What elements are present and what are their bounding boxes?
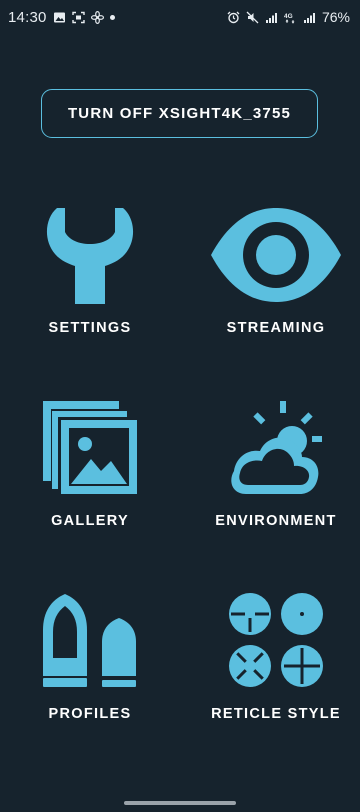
streaming-label: STREAMING [226, 320, 326, 336]
weather-icon [186, 399, 360, 497]
status-left: 14:30 [8, 9, 115, 26]
mute-icon [246, 11, 259, 24]
reticle-style-label: RETICLE STYLE [211, 706, 341, 722]
reticle-icon [186, 592, 360, 688]
status-right: 4G 76% [227, 9, 350, 25]
settings-label: SETTINGS [48, 320, 132, 336]
dot-icon [109, 14, 115, 20]
gallery-label: GALLERY [51, 513, 129, 529]
settings-tile[interactable]: SETTINGS [0, 200, 180, 340]
svg-text:4G: 4G [284, 13, 293, 20]
home-gesture-bar[interactable] [124, 801, 236, 805]
alarm-icon [227, 11, 240, 24]
gallery-icon [0, 399, 180, 495]
status-bar: 14:30 4G 76% [0, 0, 360, 34]
screenshot-icon [71, 11, 85, 24]
profiles-tile[interactable]: PROFILES [0, 590, 180, 730]
4g-icon: 4G [284, 11, 297, 24]
eye-icon [186, 208, 360, 302]
turn-off-device-button[interactable]: TURN OFF XSIGHT4K_3755 [41, 89, 318, 138]
reticle-style-tile[interactable]: RETICLE STYLE [186, 590, 360, 730]
environment-label: ENVIRONMENT [215, 513, 337, 529]
status-time: 14:30 [8, 8, 47, 26]
gallery-tile[interactable]: GALLERY [0, 395, 180, 535]
wrench-icon [0, 206, 180, 304]
ammo-icon [0, 592, 180, 688]
streaming-tile[interactable]: STREAMING [186, 200, 360, 340]
battery-level: 76% [321, 9, 350, 25]
signal-icon [303, 11, 316, 24]
signal-icon [265, 11, 278, 24]
profiles-label: PROFILES [48, 706, 132, 722]
fan-icon [90, 10, 104, 24]
image-icon [53, 11, 66, 24]
environment-tile[interactable]: ENVIRONMENT [186, 395, 360, 535]
